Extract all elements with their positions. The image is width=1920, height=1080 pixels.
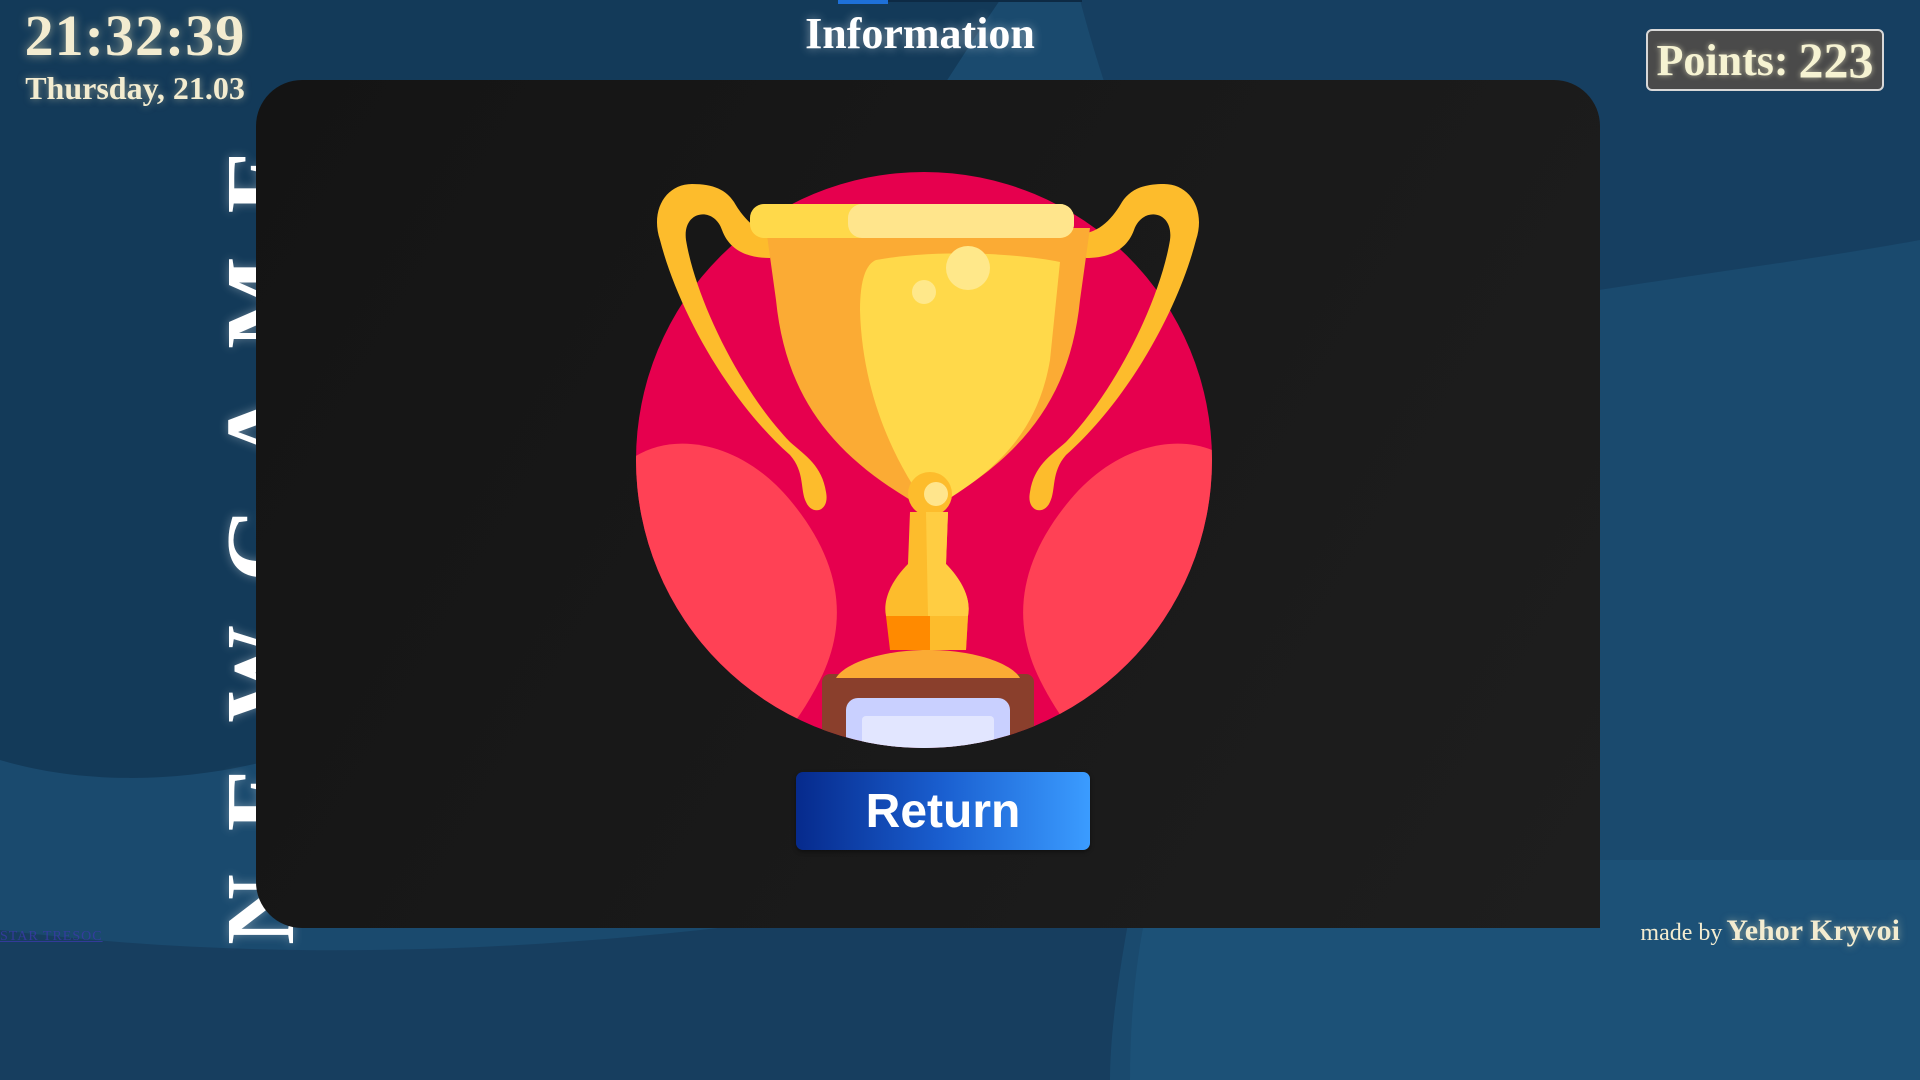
tab-track bbox=[888, 0, 1082, 2]
author-name: Yehor Kryvoi bbox=[1726, 914, 1900, 947]
trophy-icon bbox=[636, 172, 1212, 748]
points-display: Points: 223 bbox=[1646, 29, 1884, 91]
top-tab-indicator bbox=[838, 0, 1082, 4]
credits: made by Yehor Kryvoi bbox=[1620, 914, 1900, 948]
active-tab-indicator bbox=[838, 0, 888, 4]
page-title: Information bbox=[805, 9, 1035, 58]
clock-date: Thursday, 21.03 bbox=[25, 70, 245, 106]
points-value: 223 bbox=[1798, 32, 1874, 88]
clock-time: 21:32:39 bbox=[24, 3, 246, 68]
side-link[interactable]: STAR TRESOC bbox=[0, 929, 103, 945]
return-button[interactable]: Return bbox=[796, 772, 1090, 850]
made-by-label: made by bbox=[1640, 920, 1723, 946]
points-label: Points: bbox=[1656, 35, 1789, 85]
